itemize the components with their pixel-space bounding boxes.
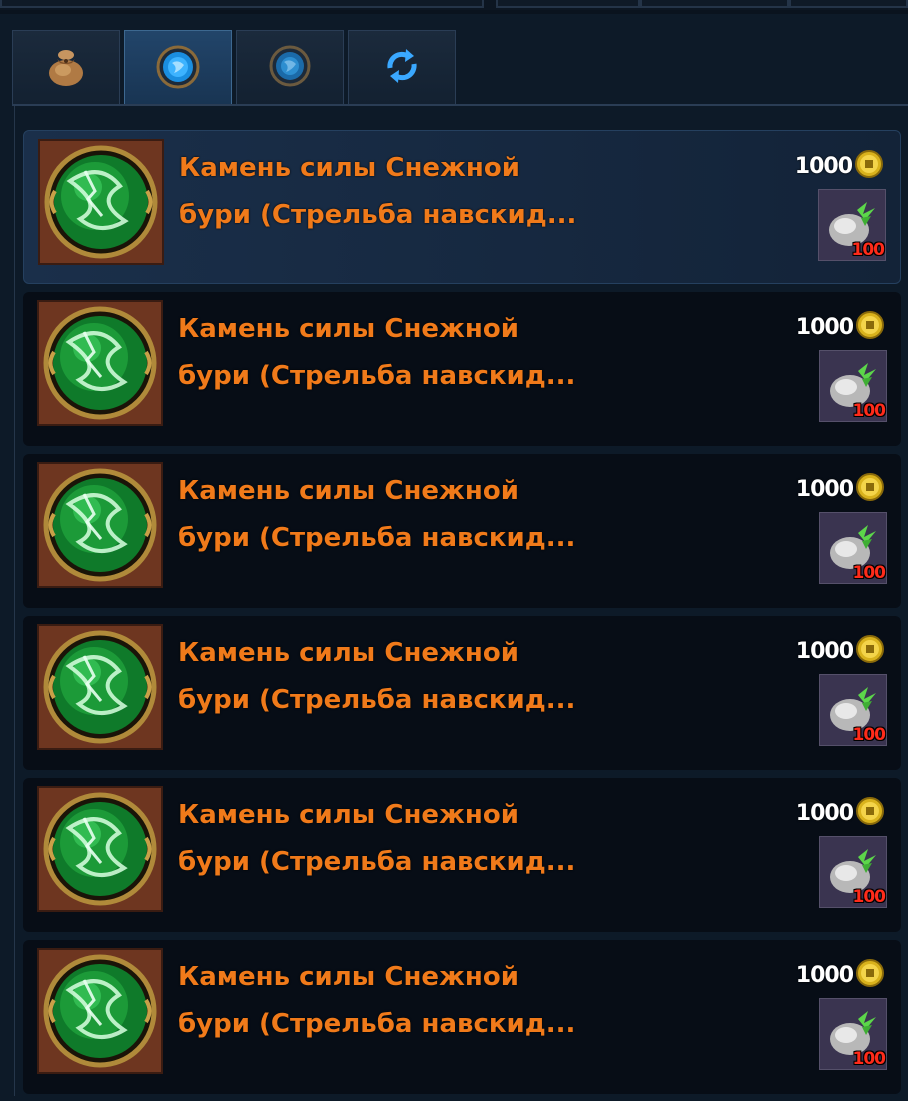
top-frame-left <box>0 0 484 8</box>
stone-count: 100 <box>852 401 886 421</box>
category-tabs <box>12 30 456 106</box>
cost-stone-slot[interactable]: 100 <box>819 512 887 584</box>
item-price: 1000 <box>796 472 885 506</box>
shop-item-row[interactable]: Камень силы Снежной бури (Стрельба навск… <box>23 292 901 446</box>
item-icon-frame <box>37 948 163 1074</box>
price-value: 1000 <box>795 314 854 340</box>
item-icon-frame <box>37 462 163 588</box>
item-list: Камень силы Снежной бури (Стрельба навск… <box>14 106 908 1096</box>
item-name-line-1: Камень силы Снежной <box>178 962 519 992</box>
item-price: 1000 <box>795 149 884 183</box>
item-name: Камень силы Снежной бури (Стрельба навск… <box>178 630 648 724</box>
cost-stone-slot[interactable]: 100 <box>819 836 887 908</box>
top-strip <box>0 0 908 10</box>
item-icon-frame <box>37 624 163 750</box>
shop-item-row[interactable]: Камень силы Снежной бури (Стрельба навск… <box>23 130 901 284</box>
item-name: Камень силы Снежной бури (Стрельба навск… <box>179 145 649 239</box>
tab-gems[interactable] <box>124 30 232 106</box>
item-price: 1000 <box>796 796 885 830</box>
item-price: 1000 <box>796 634 885 668</box>
shop-item-row[interactable]: Камень силы Снежной бури (Стрельба навск… <box>23 778 901 932</box>
stone-count: 100 <box>852 887 886 907</box>
bag-icon <box>41 41 91 95</box>
price-value: 1000 <box>795 800 854 826</box>
gold-coin-icon <box>854 149 884 183</box>
gold-coin-icon <box>855 310 885 344</box>
cost-stone-slot[interactable]: 100 <box>819 998 887 1070</box>
gold-coin-icon <box>855 472 885 506</box>
item-name: Камень силы Снежной бури (Стрельба навск… <box>178 306 648 400</box>
item-name-line-1: Камень силы Снежной <box>178 800 519 830</box>
refresh-icon <box>380 44 424 92</box>
shop-item-row[interactable]: Камень силы Снежной бури (Стрельба навск… <box>23 940 901 1094</box>
blue-gem-icon <box>152 41 204 97</box>
item-name-line-2: бури (Стрельба навскид... <box>178 1009 576 1039</box>
cost-stone-slot[interactable]: 100 <box>819 350 887 422</box>
stone-count: 100 <box>851 240 885 260</box>
price-value: 1000 <box>794 153 853 179</box>
cost-stone-slot[interactable]: 100 <box>818 189 886 261</box>
gold-coin-icon <box>855 796 885 830</box>
item-name-line-2: бури (Стрельба навскид... <box>178 361 576 391</box>
item-name-line-2: бури (Стрельба навскид... <box>179 200 577 230</box>
tab-refresh[interactable] <box>348 30 456 104</box>
stone-count: 100 <box>852 1049 886 1069</box>
item-name: Камень силы Снежной бури (Стрельба навск… <box>178 468 648 562</box>
item-name: Камень силы Снежной бури (Стрельба навск… <box>178 792 648 886</box>
tab-gems-alt[interactable] <box>236 30 344 104</box>
gold-coin-icon <box>855 958 885 992</box>
item-name-line-1: Камень силы Снежной <box>178 314 519 344</box>
cost-stone-slot[interactable]: 100 <box>819 674 887 746</box>
stone-count: 100 <box>852 563 886 583</box>
gold-coin-icon <box>855 634 885 668</box>
item-name-line-2: бури (Стрельба навскид... <box>178 847 576 877</box>
top-frame-tab-3 <box>789 0 908 8</box>
item-icon-frame <box>37 300 163 426</box>
top-frame-tab-2 <box>640 0 789 8</box>
item-name-line-2: бури (Стрельба навскид... <box>178 685 576 715</box>
item-price: 1000 <box>796 958 885 992</box>
price-value: 1000 <box>795 476 854 502</box>
item-icon-frame <box>37 786 163 912</box>
shop-item-row[interactable]: Камень силы Снежной бури (Стрельба навск… <box>23 616 901 770</box>
item-price: 1000 <box>796 310 885 344</box>
item-name-line-2: бури (Стрельба навскид... <box>178 523 576 553</box>
blue-gem-dim-icon <box>265 41 315 95</box>
item-name-line-1: Камень силы Снежной <box>179 153 520 183</box>
tab-bag[interactable] <box>12 30 120 104</box>
price-value: 1000 <box>795 638 854 664</box>
price-value: 1000 <box>795 962 854 988</box>
stone-count: 100 <box>852 725 886 745</box>
item-name-line-1: Камень силы Снежной <box>178 638 519 668</box>
item-name: Камень силы Снежной бури (Стрельба навск… <box>178 954 648 1048</box>
item-name-line-1: Камень силы Снежной <box>178 476 519 506</box>
top-frame-tab-1 <box>496 0 640 8</box>
shop-item-row[interactable]: Камень силы Снежной бури (Стрельба навск… <box>23 454 901 608</box>
item-icon-frame <box>38 139 164 265</box>
